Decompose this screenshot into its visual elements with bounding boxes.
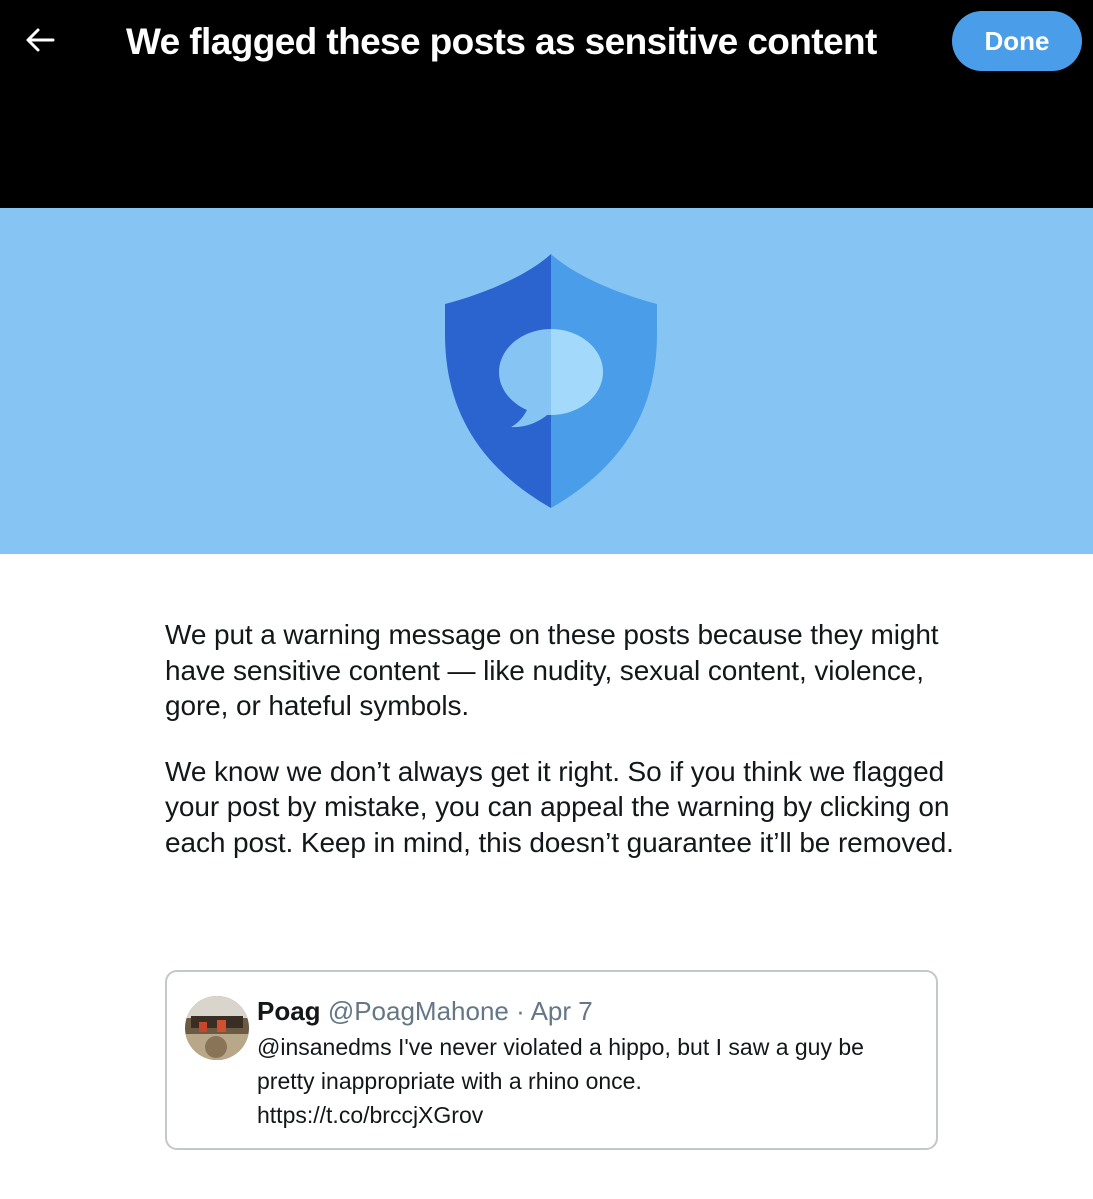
explanation-text: We put a warning message on these posts … — [165, 617, 965, 860]
tweet-author-name[interactable]: Poag — [257, 996, 321, 1026]
tweet-text-line: pretty inappropriate with a rhino once. — [257, 1068, 642, 1094]
arrow-left-icon — [26, 28, 55, 52]
flagged-posts-page: We flagged these posts as sensitive cont… — [0, 0, 1093, 1199]
avatar[interactable] — [185, 996, 249, 1060]
page-title: We flagged these posts as sensitive cont… — [126, 21, 877, 62]
tweet-link[interactable]: https://t.co/brccjXGrov — [257, 1098, 917, 1132]
done-button[interactable]: Done — [952, 11, 1082, 71]
hero-banner — [0, 208, 1093, 554]
back-button[interactable] — [18, 18, 62, 62]
tweet-separator: · — [516, 996, 525, 1026]
tweet-text-line: @insanedms I've never violated a hippo, … — [257, 1034, 864, 1060]
tweet-author-handle[interactable]: @PoagMahone — [328, 996, 509, 1026]
top-bar: We flagged these posts as sensitive cont… — [0, 0, 1093, 208]
shield-chat-icon — [445, 254, 657, 508]
tweet-header: Poag @PoagMahone · Apr 7 — [257, 994, 593, 1028]
flagged-tweet-card[interactable]: Poag @PoagMahone · Apr 7 @insanedms I've… — [165, 970, 938, 1150]
tweet-date[interactable]: Apr 7 — [531, 996, 593, 1026]
explanation-paragraph-2: We know we don’t always get it right. So… — [165, 755, 954, 858]
explanation-paragraph-1: We put a warning message on these posts … — [165, 619, 939, 721]
tweet-text: @insanedms I've never violated a hippo, … — [257, 1030, 917, 1132]
